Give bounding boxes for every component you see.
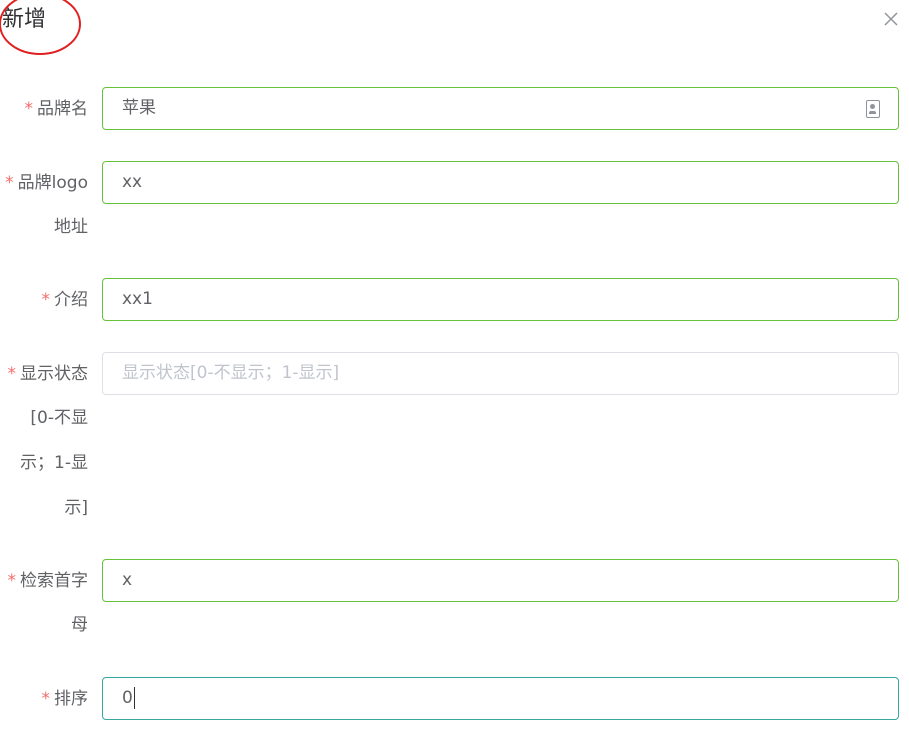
first-letter-value: x (122, 570, 133, 590)
logo-url-input[interactable]: xx (102, 161, 899, 204)
brand-name-input[interactable]: 苹果 (102, 87, 899, 130)
logo-url-label: * 品牌logo (5, 173, 88, 193)
show-status-placeholder: 显示状态[0-不显示；1-显示] (122, 363, 340, 383)
text-caret (133, 687, 135, 709)
show-status-label-line2: [0-不显 (30, 408, 88, 428)
required-mark: * (41, 689, 51, 709)
required-mark: * (5, 173, 14, 193)
brand-name-label: * 品牌名 (24, 99, 89, 119)
sort-input[interactable]: 0 (102, 677, 899, 720)
description-label: * 介绍 (41, 290, 89, 310)
contact-card-icon[interactable] (866, 100, 880, 118)
sort-value: 0 (122, 688, 133, 708)
show-status-label-line4: 示] (64, 498, 88, 518)
sort-value-wrap: 0 (122, 678, 135, 719)
show-status-label-line3: 示；1-显 (20, 453, 88, 473)
required-mark: * (7, 364, 17, 384)
first-letter-input[interactable]: x (102, 559, 899, 602)
show-status-input[interactable]: 显示状态[0-不显示；1-显示] (102, 352, 899, 395)
close-icon[interactable] (880, 8, 902, 30)
required-mark: * (7, 571, 17, 591)
dialog-title: 新增 (2, 7, 47, 32)
first-letter-label: * 检索首字 (7, 571, 89, 591)
first-letter-label-line2: 母 (71, 615, 88, 635)
brand-name-value: 苹果 (122, 98, 156, 118)
description-input[interactable]: xx1 (102, 278, 899, 321)
required-mark: * (41, 290, 51, 310)
logo-url-value: xx (122, 172, 143, 192)
required-mark: * (24, 99, 34, 119)
description-value: xx1 (122, 289, 153, 309)
sort-label: * 排序 (41, 689, 89, 709)
logo-url-label-line2: 地址 (54, 217, 88, 237)
show-status-label: * 显示状态 (7, 364, 89, 384)
